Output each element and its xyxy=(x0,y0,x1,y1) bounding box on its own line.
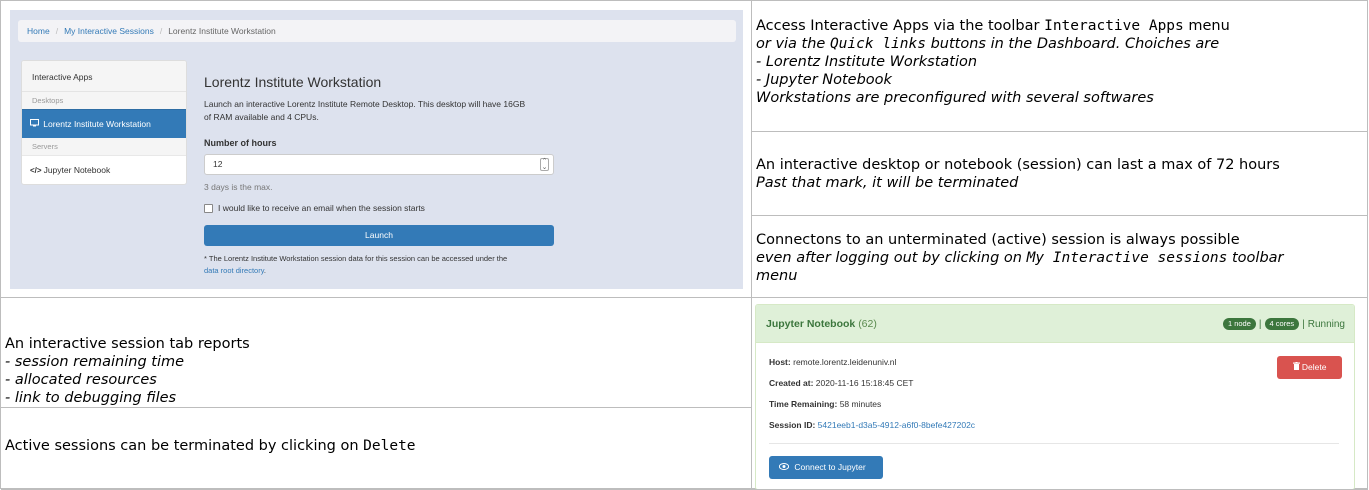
sidebar-item-workstation[interactable]: Lorentz Institute Workstation xyxy=(22,109,186,138)
breadcrumb-separator: / xyxy=(55,26,59,36)
session-status-group: 1 node | 4 cores | Running xyxy=(1222,318,1345,330)
terminate-line-1: Active sessions can be terminated by cli… xyxy=(5,438,416,454)
breadcrumb-separator: / xyxy=(159,26,163,36)
session-card-header: Jupyter Notebook (62) 1 node | 4 cores |… xyxy=(756,305,1354,343)
duration-line-2: Past that mark, it will be terminated xyxy=(756,175,1019,191)
spinner-icon[interactable]: ⌃ ⌄ xyxy=(540,158,549,171)
data-root-link[interactable]: data root directory xyxy=(204,266,264,275)
trash-icon xyxy=(1292,362,1302,372)
sidebar-section-servers: Servers xyxy=(22,138,186,155)
cores-badge: 4 cores xyxy=(1264,318,1300,330)
documentation-table: Home / My Interactive Sessions / Lorentz Ins… xyxy=(0,0,1368,490)
breadcrumb-sessions-link[interactable]: My Interactive Sessions xyxy=(64,26,154,36)
status-text: Running xyxy=(1307,318,1345,330)
access-line-4: - Jupyter Notebook xyxy=(756,72,892,88)
session-card: Jupyter Notebook (62) 1 node | 4 cores |… xyxy=(755,304,1355,489)
monitor-icon xyxy=(30,119,41,129)
hours-input[interactable]: 12 ⌃ ⌄ xyxy=(204,154,554,175)
breadcrumb: Home / My Interactive Sessions / Lorentz Ins… xyxy=(18,20,736,42)
access-line-2: or via the Quick links buttons in the Da… xyxy=(756,36,1220,52)
email-checkbox[interactable] xyxy=(204,203,213,213)
divider xyxy=(769,443,1339,444)
eye-icon xyxy=(778,462,791,472)
code-my-interactive-sessions: My Interactive sessions xyxy=(1026,250,1228,266)
code-delete: Delete xyxy=(363,438,416,454)
hours-label: Number of hours xyxy=(204,138,277,148)
session-count: (62) xyxy=(858,318,877,330)
launch-button[interactable]: Launch xyxy=(204,225,554,246)
reconnect-line-2: even after logging out by clicking on My… xyxy=(756,250,1284,266)
reconnect-line-1: Connectons to an unterminated (active) s… xyxy=(756,232,1240,248)
session-form: Lorentz Institute Workstation Launch an … xyxy=(204,64,564,277)
code-icon: </> xyxy=(30,166,42,175)
breadcrumb-home-link[interactable]: Home xyxy=(27,26,50,36)
access-line-1: Access Interactive Apps via the toolbar … xyxy=(756,18,1230,34)
data-root-note: * The Lorentz Institute Workstation sess… xyxy=(204,253,554,277)
access-line-3: - Lorentz Institute Workstation xyxy=(756,54,978,70)
access-apps-cell: Access Interactive Apps via the toolbar … xyxy=(752,1,1368,132)
host-row: Host: remote.lorentz.leidenuniv.nl xyxy=(769,357,897,367)
sidebar-header: Interactive Apps xyxy=(22,61,186,92)
interactive-apps-sidebar: Interactive Apps Desktops Lorentz Instit… xyxy=(21,60,187,185)
access-line-5: Workstations are preconfigured with seve… xyxy=(756,90,1154,106)
workstation-form-screenshot: Home / My Interactive Sessions / Lorentz Ins… xyxy=(10,10,743,289)
breadcrumb-current: Lorentz Institute Workstation xyxy=(168,26,276,36)
form-description: Launch an interactive Lorentz Institute … xyxy=(204,99,526,122)
code-interactive-apps: Interactive Apps xyxy=(1044,18,1184,34)
code-quick-links: Quick links xyxy=(829,36,926,52)
created-row: Created at: 2020-11-16 15:18:45 CET xyxy=(769,378,914,388)
delete-button[interactable]: Delete xyxy=(1277,356,1342,379)
session-id-link[interactable]: 5421eeb1-d3a5-4912-a6f0-8befe427202c xyxy=(818,420,975,430)
reconnect-cell: Connectons to an unterminated (active) s… xyxy=(752,216,1368,298)
hours-value: 12 xyxy=(213,159,223,169)
connect-button[interactable]: Connect to Jupyter xyxy=(769,456,883,479)
sidebar-section-desktops: Desktops xyxy=(22,92,186,109)
sidebar-item-jupyter[interactable]: </> Jupyter Notebook xyxy=(22,155,186,184)
reconnect-line-3: menu xyxy=(756,268,798,284)
nodes-badge: 1 node xyxy=(1222,318,1256,330)
tab-line-2: - session remaining time xyxy=(5,354,185,370)
session-card-screenshot-cell: Jupyter Notebook (62) 1 node | 4 cores |… xyxy=(752,298,1368,490)
email-checkbox-label: I would like to receive an email when th… xyxy=(218,203,425,213)
workstation-screenshot-cell: Home / My Interactive Sessions / Lorentz Ins… xyxy=(1,1,752,298)
tab-line-1: An interactive session tab reports xyxy=(5,336,250,352)
session-title[interactable]: Jupyter Notebook (62) xyxy=(766,318,877,330)
session-duration-cell: An interactive desktop or notebook (sess… xyxy=(752,132,1368,216)
note-end: . xyxy=(263,266,266,275)
note-text: * The Lorentz Institute Workstation sess… xyxy=(204,254,508,263)
session-tab-cell: An interactive session tab reports - ses… xyxy=(1,298,752,408)
hours-hint: 3 days is the max. xyxy=(204,182,273,192)
sidebar-item-label: Lorentz Institute Workstation xyxy=(43,119,151,129)
duration-line-1: An interactive desktop or notebook (sess… xyxy=(756,157,1280,173)
remaining-row: Time Remaining: 58 minutes xyxy=(769,399,882,409)
email-option: I would like to receive an email when th… xyxy=(204,203,564,213)
session-card-body: Host: remote.lorentz.leidenuniv.nl Creat… xyxy=(756,343,1354,479)
sidebar-item-label: Jupyter Notebook xyxy=(43,165,111,175)
tab-line-4: - link to debugging files xyxy=(5,390,177,406)
terminate-cell: Active sessions can be terminated by cli… xyxy=(1,408,752,490)
tab-line-3: - allocated resources xyxy=(5,372,157,388)
form-title: Lorentz Institute Workstation xyxy=(204,74,382,90)
session-id-row: Session ID: 5421eeb1-d3a5-4912-a6f0-8bef… xyxy=(769,420,976,430)
